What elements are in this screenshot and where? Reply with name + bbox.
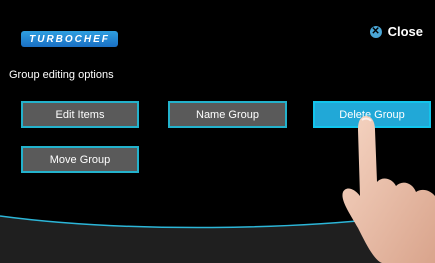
x-icon: ✕ [369, 25, 382, 38]
turbochef-logo: TURBOCHEF [21, 31, 118, 47]
close-button[interactable]: ✕ Close [369, 24, 423, 39]
section-heading: Group editing options [9, 69, 114, 81]
pointing-hand-icon [342, 116, 435, 263]
name-group-button[interactable]: Name Group [168, 101, 287, 128]
screen: TURBOCHEF ✕ Close Group editing options … [0, 0, 435, 263]
move-group-button[interactable]: Move Group [21, 146, 139, 173]
close-label: Close [387, 24, 423, 39]
edit-items-button[interactable]: Edit Items [21, 101, 139, 128]
